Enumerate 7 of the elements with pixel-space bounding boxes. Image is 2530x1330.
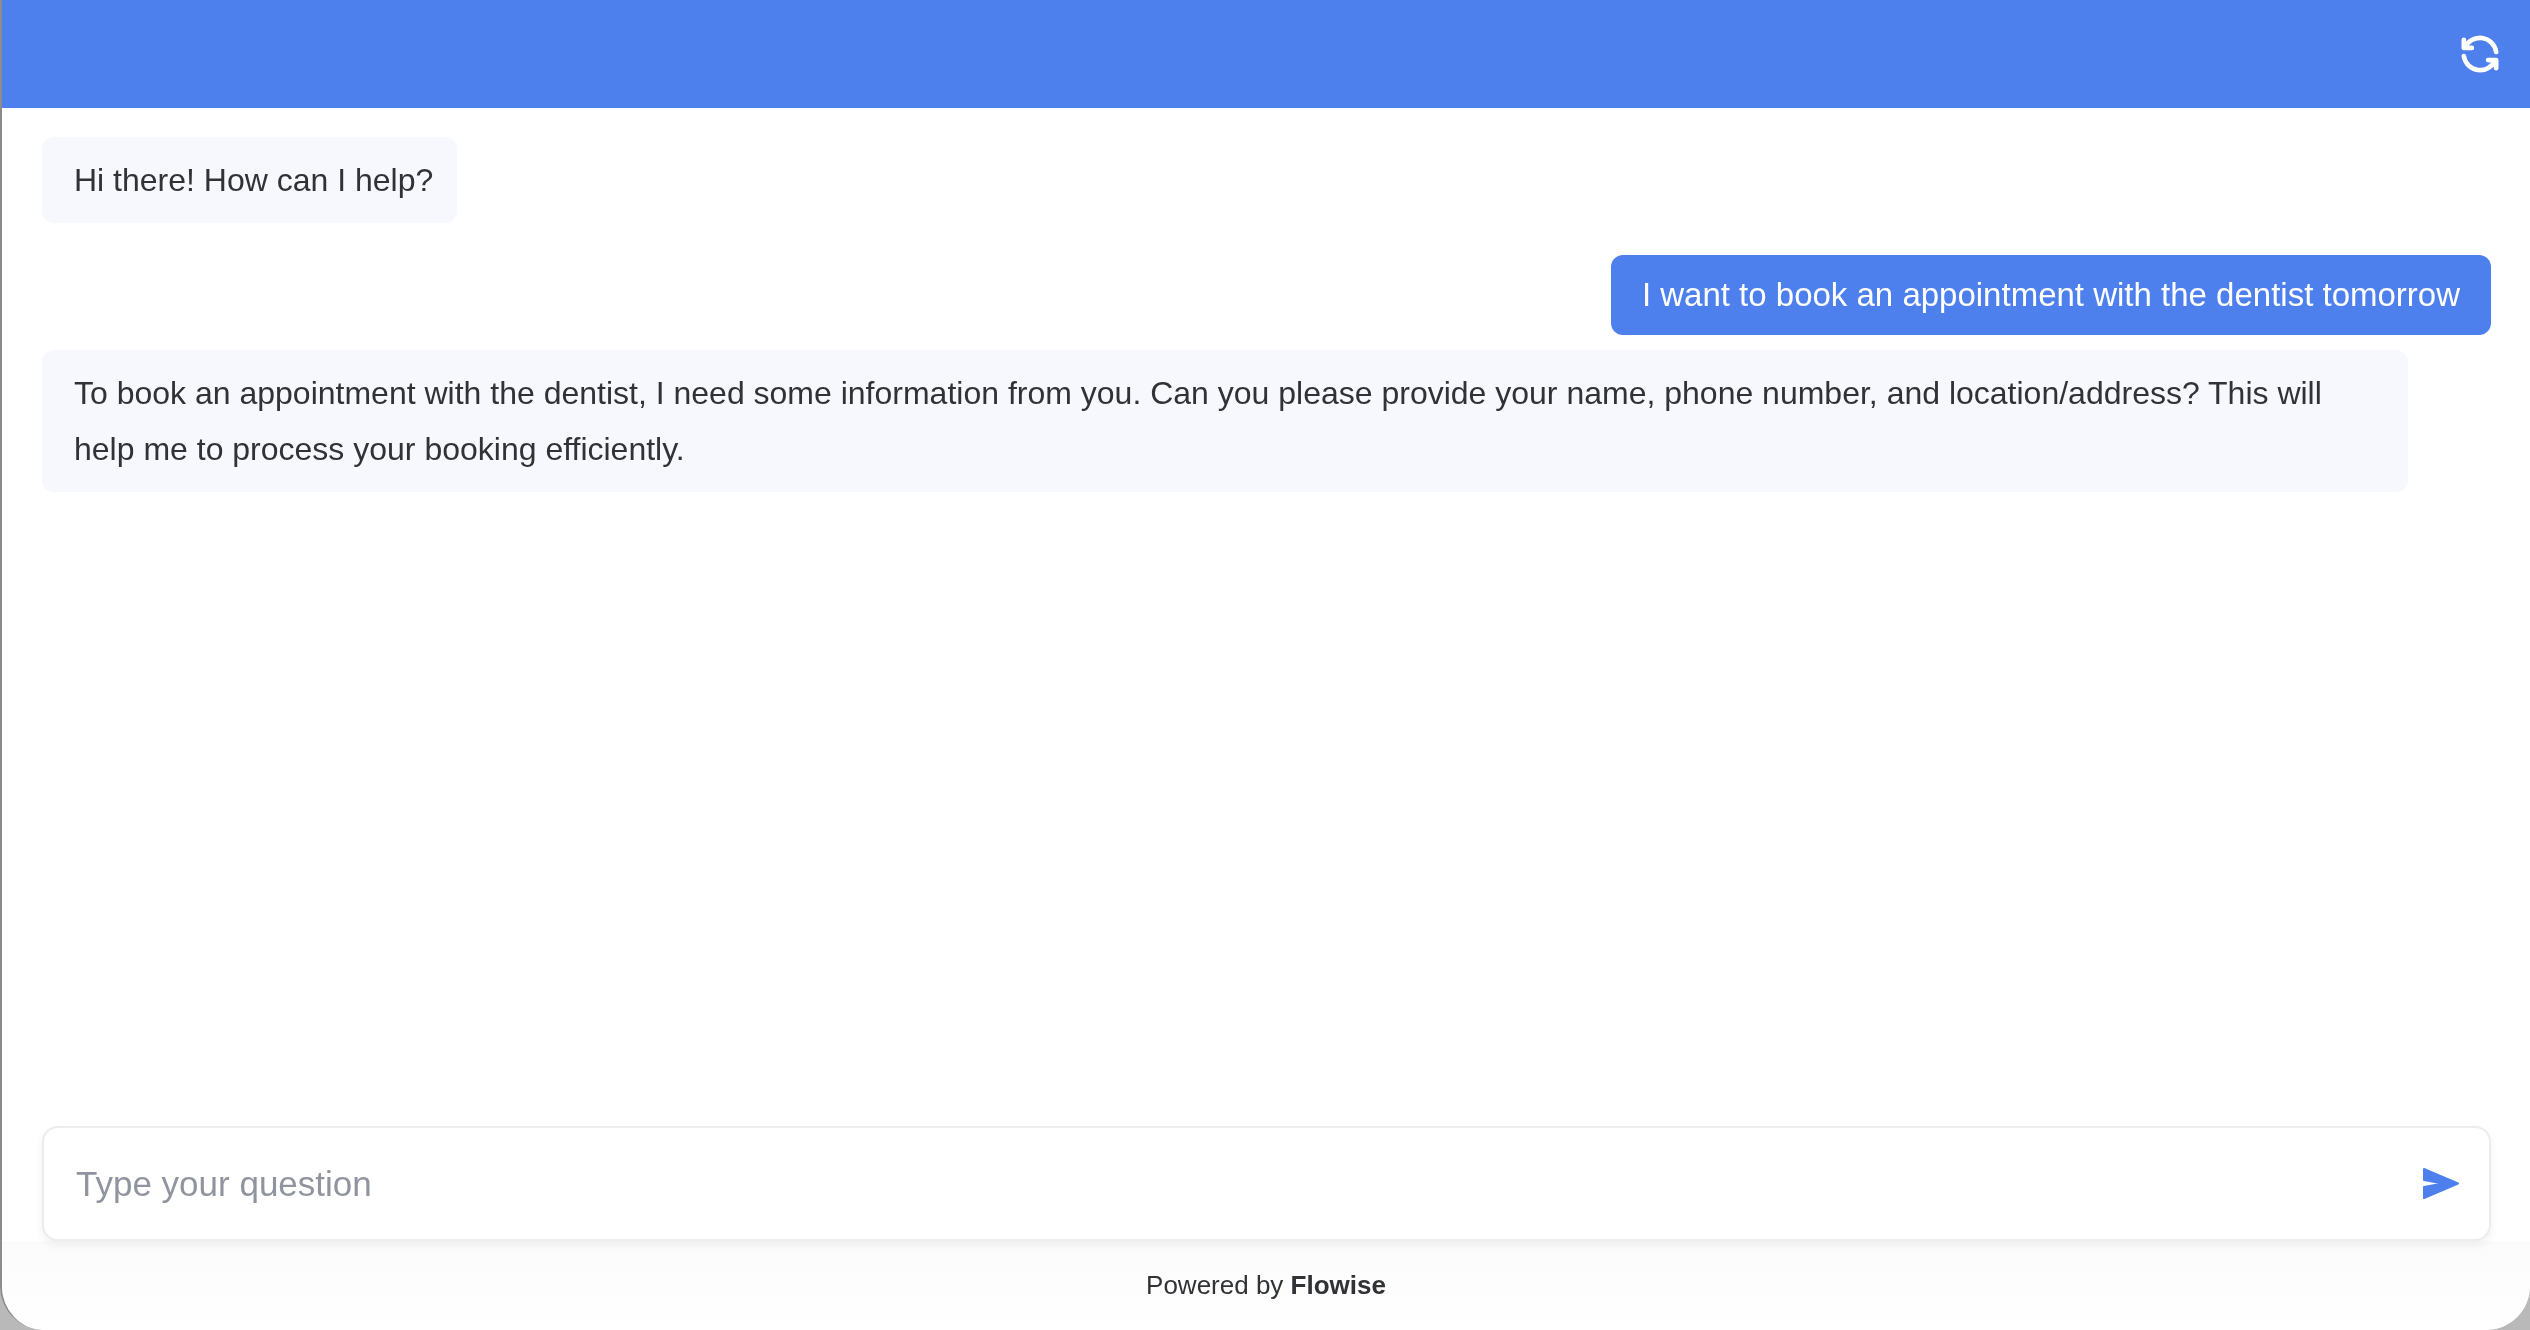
powered-by-text: Powered by Flowise: [1146, 1269, 1386, 1302]
user-message: I want to book an appointment with the dentist tomorrow: [1610, 255, 2491, 335]
bot-message: Hi there! How can I help?: [42, 137, 458, 223]
send-icon: [2423, 1167, 2459, 1199]
question-input[interactable]: Type your question: [42, 1126, 2491, 1241]
refresh-icon: [2461, 35, 2499, 73]
bot-message: To book an appointment with the dentist, I need some information from you. Can you please provide your name, phone number, and location/address? This will help me to process your booking efficiently.: [42, 350, 2408, 492]
